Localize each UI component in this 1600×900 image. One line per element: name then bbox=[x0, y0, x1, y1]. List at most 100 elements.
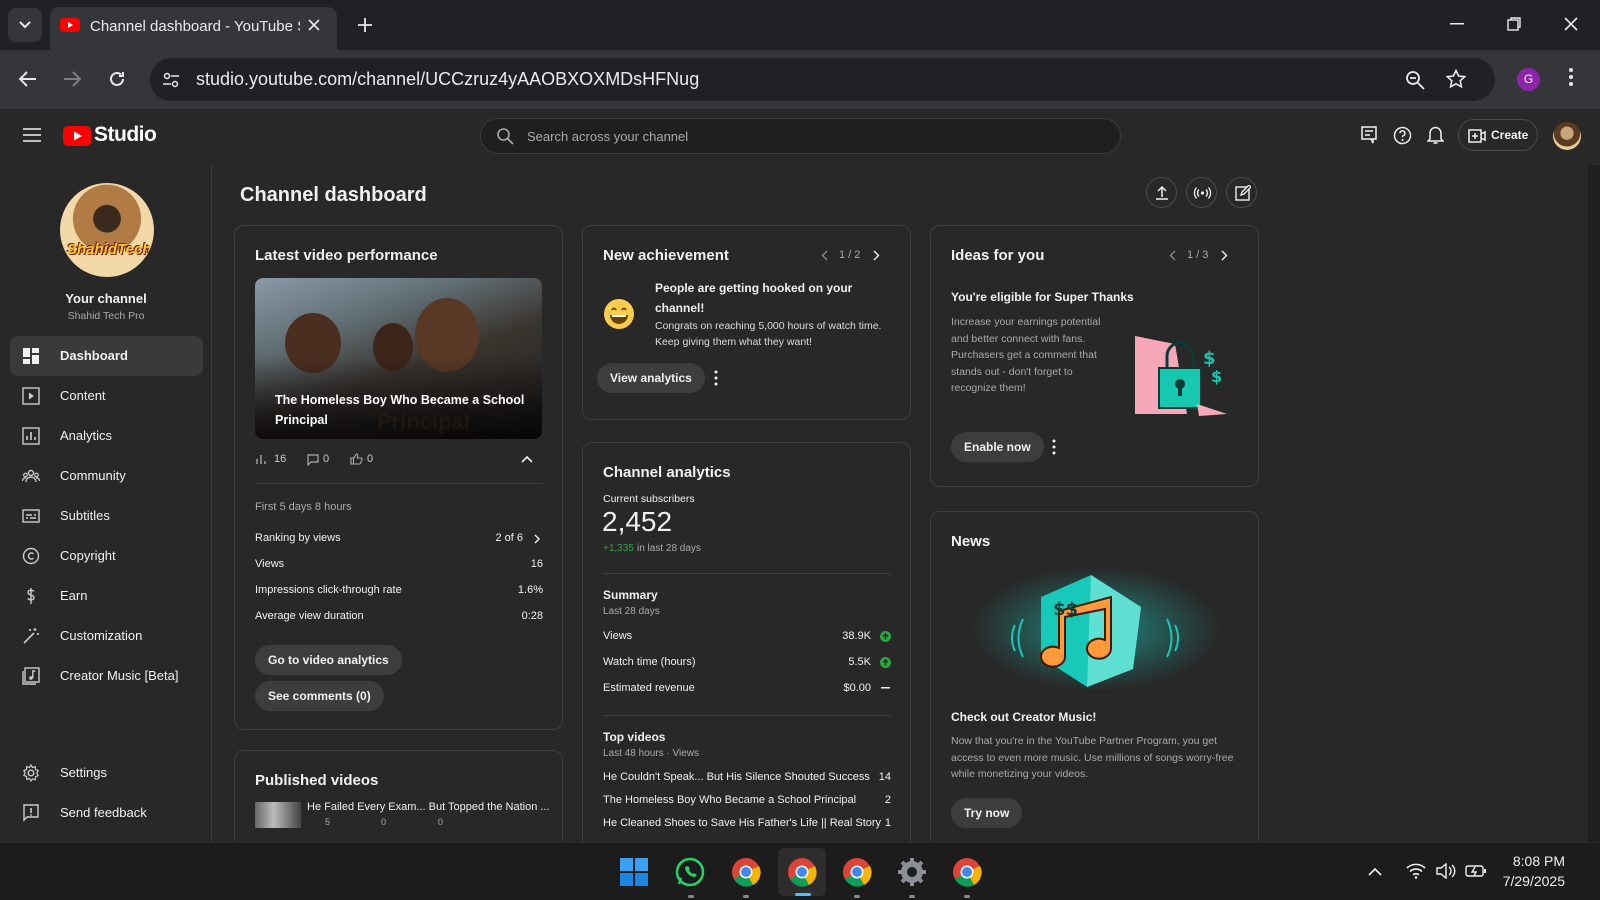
browser-menu-icon[interactable] bbox=[1569, 68, 1573, 86]
messages-icon[interactable] bbox=[1361, 126, 1377, 144]
see-comments-button[interactable]: See comments (0) bbox=[255, 681, 384, 711]
profile-avatar[interactable]: G bbox=[1517, 68, 1540, 91]
new-tab-icon[interactable] bbox=[357, 17, 373, 33]
battery-icon[interactable] bbox=[1465, 863, 1487, 879]
minimize-icon[interactable] bbox=[1450, 23, 1464, 25]
chevron-left-icon[interactable] bbox=[821, 250, 828, 261]
close-tab-icon[interactable] bbox=[308, 19, 320, 31]
row-value: 5.5K bbox=[848, 656, 871, 668]
account-avatar[interactable] bbox=[1553, 122, 1581, 150]
published-video-title[interactable]: He Failed Every Exam... But Topped the N… bbox=[307, 801, 550, 813]
card-title: Channel analytics bbox=[603, 464, 731, 481]
restore-icon[interactable] bbox=[1507, 17, 1521, 31]
divider bbox=[603, 573, 891, 574]
search-icon bbox=[497, 128, 514, 145]
sidebar-item-analytics[interactable]: Analytics bbox=[10, 416, 203, 456]
try-now-button[interactable]: Try now bbox=[951, 798, 1023, 828]
sidebar-item-earn[interactable]: Earn bbox=[10, 576, 203, 616]
chrome-icon[interactable] bbox=[731, 857, 761, 887]
page-title: Channel dashboard bbox=[240, 184, 427, 206]
view-analytics-button[interactable]: View analytics bbox=[597, 363, 705, 393]
bookmark-star-icon[interactable] bbox=[1446, 69, 1466, 89]
zoom-icon[interactable] bbox=[1405, 70, 1425, 90]
video-thumbnail[interactable]: Principal The Homeless Boy Who Became a … bbox=[255, 278, 542, 439]
sidebar-item-settings[interactable]: Settings bbox=[10, 753, 203, 793]
top-video-row[interactable]: The Homeless Boy Who Became a School Pri… bbox=[603, 794, 891, 814]
reload-icon[interactable] bbox=[108, 70, 126, 88]
sidebar-item-community[interactable]: Community bbox=[10, 456, 203, 496]
chevron-down-icon bbox=[19, 21, 31, 29]
wifi-icon[interactable] bbox=[1406, 863, 1426, 879]
clock-time[interactable]: 8:08 PM bbox=[1513, 853, 1565, 869]
upload-button[interactable] bbox=[1146, 177, 1177, 208]
site-info-icon[interactable] bbox=[162, 71, 180, 89]
published-video-thumbnail[interactable] bbox=[255, 802, 301, 828]
chevron-up-icon[interactable] bbox=[1368, 867, 1382, 876]
sidebar-item-label: Customization bbox=[60, 628, 143, 643]
sidebar-item-creator-music[interactable]: Creator Music [Beta] bbox=[10, 656, 203, 696]
row-label: Ranking by views bbox=[255, 532, 341, 544]
sidebar-item-dashboard[interactable]: Dashboard bbox=[10, 336, 203, 376]
sidebar-item-label: Content bbox=[60, 388, 106, 403]
video-likes-count: 0 bbox=[367, 453, 374, 465]
sidebar-item-content[interactable]: Content bbox=[10, 376, 203, 416]
browser-tab[interactable]: Channel dashboard - YouTube Studio bbox=[50, 7, 337, 50]
subscribers-delta-suffix: in last 28 days bbox=[637, 543, 701, 554]
help-icon[interactable] bbox=[1393, 126, 1412, 145]
volume-icon[interactable] bbox=[1436, 863, 1456, 879]
top-video-row[interactable]: He Couldn't Speak... But His Silence Sho… bbox=[603, 771, 891, 791]
upload-icon bbox=[1156, 185, 1168, 200]
top-video-row[interactable]: He Cleaned Shoes to Save His Father's Li… bbox=[603, 817, 891, 837]
sidebar-item-label: Copyright bbox=[60, 548, 116, 563]
more-vert-icon[interactable] bbox=[1052, 439, 1056, 455]
sidebar-item-copyright[interactable]: Copyright bbox=[10, 536, 203, 576]
create-post-button[interactable] bbox=[1226, 177, 1257, 208]
running-indicator bbox=[964, 895, 970, 898]
studio-logo[interactable]: Studio bbox=[63, 123, 157, 149]
card-title: Published videos bbox=[255, 772, 379, 789]
running-indicator bbox=[688, 895, 694, 898]
close-window-icon[interactable] bbox=[1564, 17, 1578, 31]
go-to-video-analytics-button[interactable]: Go to video analytics bbox=[255, 645, 402, 675]
chevron-up-icon[interactable] bbox=[521, 455, 533, 463]
hamburger-menu-icon[interactable] bbox=[23, 128, 41, 142]
chevron-right-icon[interactable] bbox=[1221, 250, 1228, 261]
svg-text:$$: $$ bbox=[1053, 599, 1078, 620]
channel-avatar-text: ShahidTech bbox=[67, 241, 152, 258]
tab-search-button[interactable] bbox=[8, 8, 42, 42]
whatsapp-icon[interactable] bbox=[675, 857, 705, 887]
forward-icon[interactable] bbox=[63, 71, 81, 87]
more-vert-icon[interactable] bbox=[714, 370, 718, 386]
channel-avatar[interactable]: ShahidTech bbox=[60, 183, 154, 277]
active-indicator bbox=[795, 893, 811, 896]
channel-search-input[interactable]: Search across your channel bbox=[480, 118, 1121, 154]
url-text: studio.youtube.com/channel/UCCzruz4yAAOB… bbox=[196, 69, 700, 89]
windows-taskbar: 8:08 PM 7/29/2025 bbox=[0, 842, 1600, 900]
sidebar-item-subtitles[interactable]: Subtitles bbox=[10, 496, 203, 536]
go-live-button[interactable] bbox=[1186, 177, 1217, 208]
address-bar[interactable]: studio.youtube.com/channel/UCCzruz4yAAOB… bbox=[150, 58, 1495, 101]
create-button[interactable]: Create bbox=[1458, 119, 1538, 151]
tab-title: Channel dashboard - YouTube Studio bbox=[90, 18, 300, 35]
taskbar-active-app[interactable] bbox=[778, 848, 826, 896]
chevron-right-icon[interactable] bbox=[873, 250, 880, 261]
summary-row: Views 38.9K bbox=[603, 630, 891, 650]
notifications-bell-icon[interactable] bbox=[1427, 125, 1444, 145]
windows-start-icon[interactable] bbox=[620, 858, 648, 886]
ideas-pager: 1 / 3 bbox=[1187, 249, 1209, 261]
achievement-pager: 1 / 2 bbox=[839, 249, 861, 261]
youtube-logo-icon bbox=[63, 126, 91, 146]
enable-now-button[interactable]: Enable now bbox=[951, 432, 1044, 462]
ranking-row[interactable]: Ranking by views 2 of 6 bbox=[255, 532, 543, 552]
back-icon[interactable] bbox=[19, 71, 37, 87]
chrome-icon[interactable] bbox=[842, 857, 872, 887]
trend-flat-icon bbox=[881, 687, 890, 689]
content-icon bbox=[22, 387, 40, 405]
sidebar-item-customization[interactable]: Customization bbox=[10, 616, 203, 656]
chrome-icon[interactable] bbox=[952, 857, 982, 887]
sidebar-item-send-feedback[interactable]: Send feedback bbox=[10, 793, 203, 833]
analytics-icon bbox=[22, 427, 40, 445]
chevron-left-icon[interactable] bbox=[1169, 250, 1176, 261]
settings-gear-icon[interactable] bbox=[897, 857, 927, 887]
clock-date[interactable]: 7/29/2025 bbox=[1503, 873, 1565, 889]
